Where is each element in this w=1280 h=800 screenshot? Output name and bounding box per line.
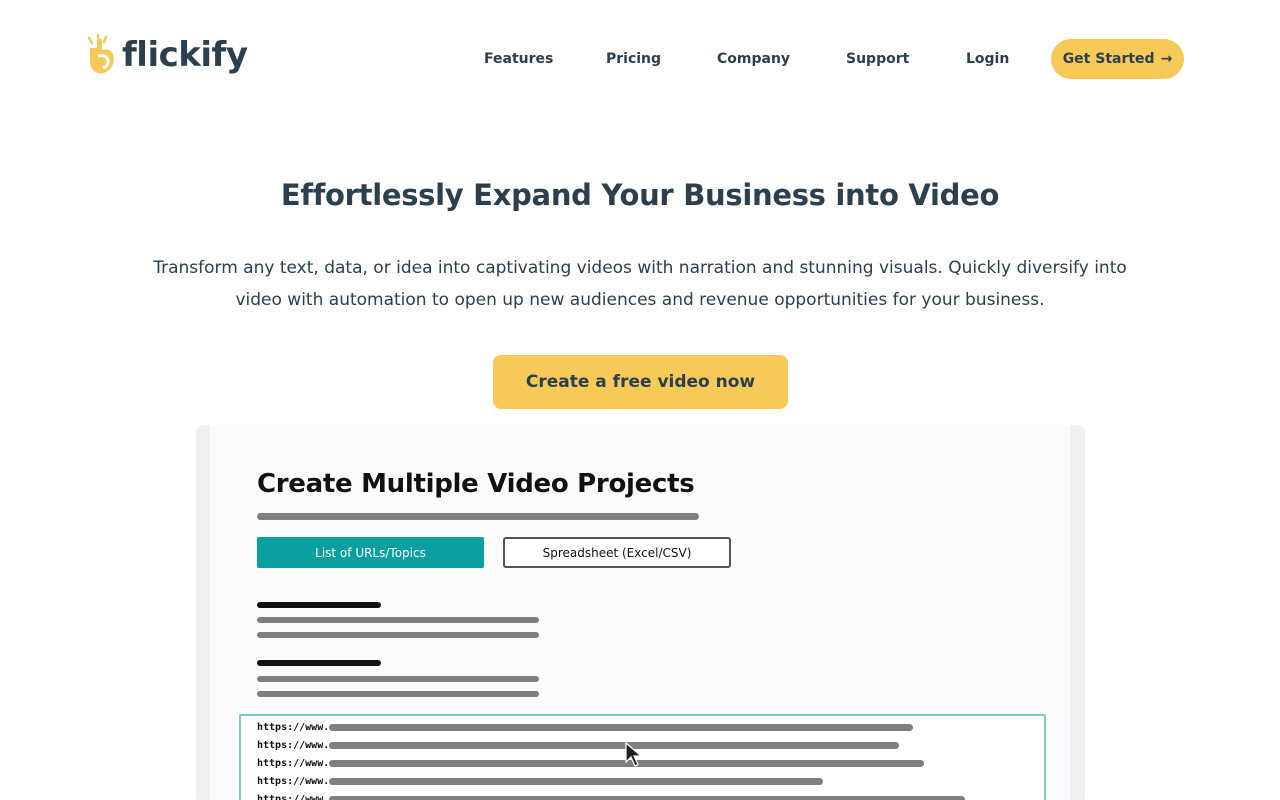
demo-placeholder-line [257, 513, 699, 520]
url-row: https://www. [257, 791, 965, 800]
url-placeholder-line [329, 723, 913, 731]
hero-title: Effortlessly Expand Your Business into V… [280, 178, 1000, 212]
demo-title: Create Multiple Video Projects [257, 469, 695, 499]
url-row: https://www. [257, 755, 924, 771]
url-prefix: https://www. [257, 757, 330, 769]
url-placeholder-line [329, 777, 823, 785]
nav-features[interactable]: Features [484, 51, 553, 67]
nav-company[interactable]: Company [717, 51, 790, 67]
site-header: flickify Features Pricing Company Suppor… [0, 0, 1280, 118]
url-prefix: https://www. [257, 739, 330, 751]
url-placeholder-line [329, 795, 965, 800]
tab-list-of-urls[interactable]: List of URLs/Topics [257, 537, 484, 568]
url-row: https://www. [257, 737, 899, 753]
demo-text-line [257, 691, 539, 697]
demo-heading-line [257, 660, 381, 666]
hero-subtitle: Transform any text, data, or idea into c… [153, 258, 1127, 310]
logo[interactable]: flickify [86, 32, 248, 78]
demo-text-line [257, 632, 539, 638]
url-prefix: https://www. [257, 721, 330, 733]
url-prefix: https://www. [257, 793, 330, 800]
demo-text-line [257, 676, 539, 682]
mouse-pointer-icon [625, 742, 643, 767]
url-prefix: https://www. [257, 775, 330, 787]
demo-heading-line [257, 602, 381, 608]
url-row: https://www. [257, 719, 913, 735]
nav-support[interactable]: Support [846, 51, 909, 67]
get-started-button[interactable]: Get Started → [1051, 39, 1184, 79]
create-free-video-button[interactable]: Create a free video now [493, 355, 788, 409]
get-started-label: Get Started [1062, 51, 1155, 67]
tab-spreadsheet[interactable]: Spreadsheet (Excel/CSV) [503, 537, 731, 568]
url-row: https://www. [257, 773, 823, 789]
demo-text-line [257, 617, 539, 623]
logo-wordmark: flickify [122, 35, 248, 75]
demo-panel: Create Multiple Video Projects List of U… [210, 425, 1070, 800]
nav-login[interactable]: Login [966, 51, 1009, 67]
product-demo-image: Create Multiple Video Projects List of U… [196, 425, 1085, 800]
nav-pricing[interactable]: Pricing [606, 51, 661, 67]
arrow-right-icon: → [1160, 51, 1173, 67]
url-placeholder-line [329, 741, 899, 749]
logo-hand-icon [87, 34, 114, 74]
